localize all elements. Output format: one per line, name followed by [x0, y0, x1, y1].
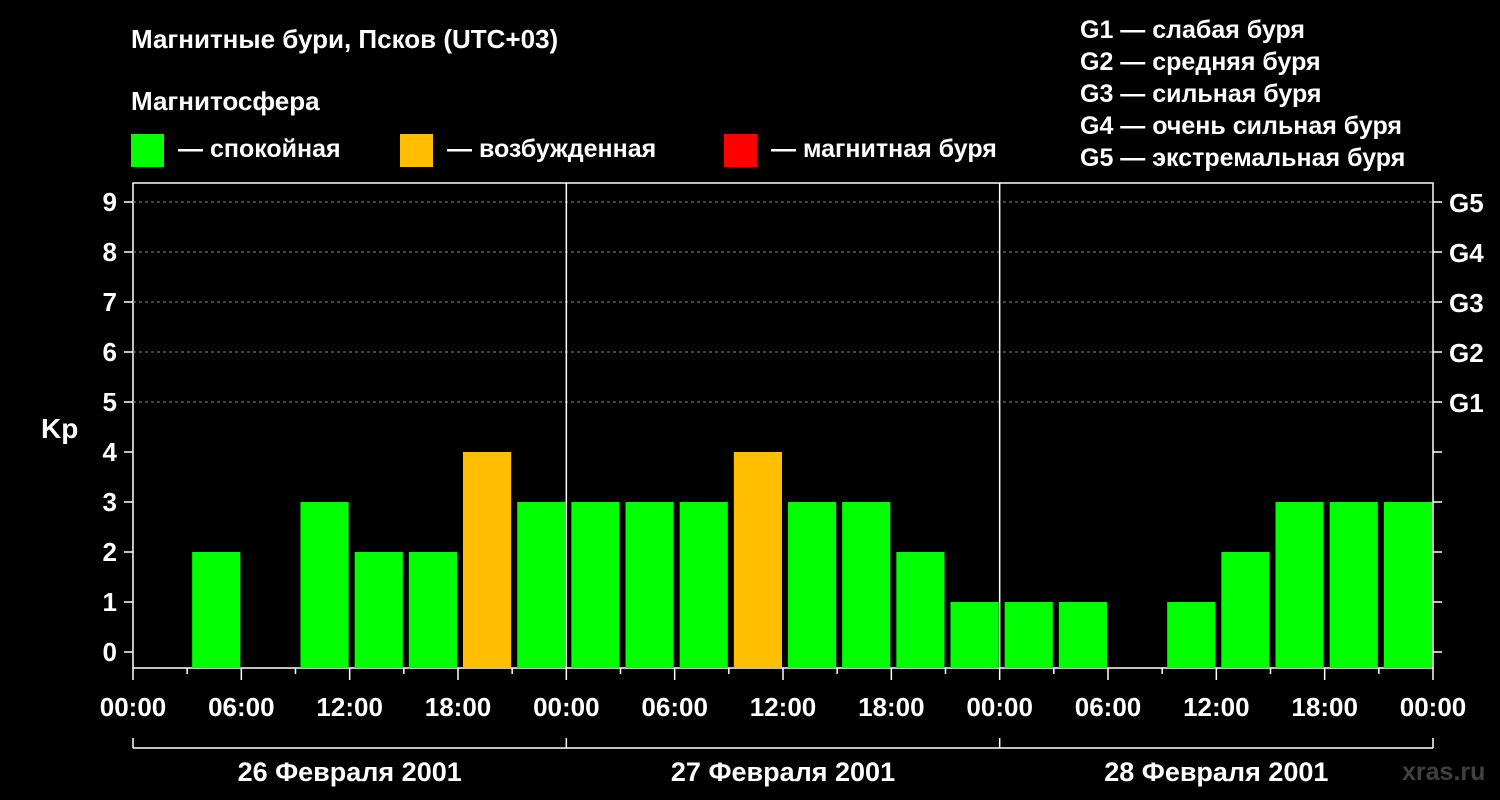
y-tick-label: 5 — [103, 387, 117, 417]
bar — [625, 502, 674, 668]
bar — [733, 452, 782, 668]
y-tick-label: 0 — [103, 637, 117, 667]
legend-label-excited: — возбужденная — [447, 135, 657, 163]
bar — [1221, 552, 1270, 668]
g-tick-label: G3 — [1449, 288, 1484, 318]
bar — [1383, 502, 1432, 668]
x-tick-label: 06:00 — [208, 692, 275, 722]
bar — [950, 602, 999, 668]
y-tick-label: 4 — [103, 437, 118, 467]
bar — [1058, 602, 1107, 668]
g-tick-label: G4 — [1449, 238, 1484, 268]
g-tick-label: G1 — [1449, 388, 1484, 418]
day-label: 28 Февраля 2001 — [1104, 757, 1328, 787]
bar — [408, 552, 457, 668]
x-tick-label: 06:00 — [641, 692, 708, 722]
x-tick-label: 12:00 — [750, 692, 817, 722]
x-tick-label: 00:00 — [533, 692, 600, 722]
day-label: 26 Февраля 2001 — [238, 757, 462, 787]
y-tick-label: 1 — [103, 587, 117, 617]
bar — [192, 552, 241, 668]
bar — [1004, 602, 1053, 668]
g-legend-g5: G5 — экстремальная буря — [1080, 144, 1406, 172]
x-tick-label: 00:00 — [100, 692, 167, 722]
bar — [571, 502, 620, 668]
bar — [896, 552, 945, 668]
legend-label-calm: — спокойная — [178, 135, 341, 163]
bar — [679, 502, 728, 668]
g-tick-label: G5 — [1449, 188, 1484, 218]
x-tick-label: 06:00 — [1075, 692, 1142, 722]
x-tick-label: 12:00 — [1183, 692, 1250, 722]
g-legend-g3: G3 — сильная буря — [1080, 80, 1322, 108]
bar — [842, 502, 891, 668]
x-tick-label: 18:00 — [425, 692, 492, 722]
g-legend-g1: G1 — слабая буря — [1080, 16, 1306, 44]
y-tick-label: 9 — [103, 187, 117, 217]
day-label: 27 Февраля 2001 — [671, 757, 895, 787]
g-legend-g4: G4 — очень сильная буря — [1080, 112, 1402, 140]
g-tick-label: G2 — [1449, 338, 1484, 368]
watermark: xras.ru — [1402, 758, 1486, 786]
bar — [788, 502, 837, 668]
y-tick-label: 8 — [103, 237, 117, 267]
g-legend-g2: G2 — средняя буря — [1080, 48, 1321, 76]
legend-label-storm: — магнитная буря — [771, 135, 997, 163]
legend-swatch-calm — [131, 134, 164, 167]
chart-subtitle: Магнитосфера — [131, 86, 320, 116]
bar — [1275, 502, 1324, 668]
bar — [1329, 502, 1378, 668]
y-tick-label: 6 — [103, 337, 117, 367]
y-tick-label: 2 — [103, 537, 117, 567]
x-tick-label: 18:00 — [1291, 692, 1358, 722]
bar — [517, 502, 566, 668]
x-tick-label: 18:00 — [858, 692, 925, 722]
x-tick-label: 12:00 — [316, 692, 383, 722]
x-tick-label: 00:00 — [1400, 692, 1467, 722]
bar — [463, 452, 512, 668]
y-axis-label: Kp — [41, 413, 78, 444]
bar — [354, 552, 403, 668]
bar — [300, 502, 349, 668]
legend-swatch-storm — [724, 134, 757, 167]
bar — [1167, 602, 1216, 668]
chart-title: Магнитные бури, Псков (UTC+03) — [131, 24, 559, 54]
x-tick-label: 00:00 — [966, 692, 1033, 722]
y-tick-label: 3 — [103, 487, 117, 517]
legend-swatch-excited — [400, 134, 433, 167]
y-tick-label: 7 — [103, 287, 117, 317]
